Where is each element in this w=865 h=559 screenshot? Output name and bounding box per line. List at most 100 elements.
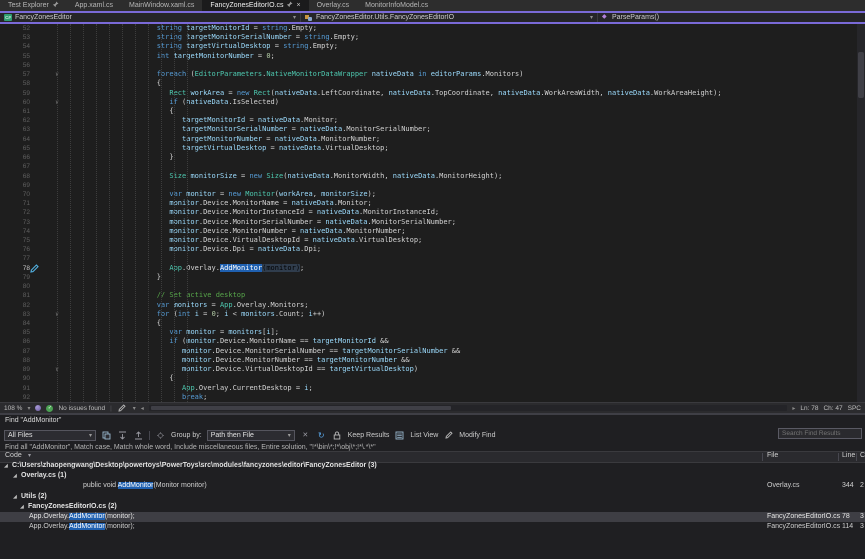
chevron-down-icon[interactable]: ▾ xyxy=(133,405,136,412)
member-dropdown[interactable]: ◆ ParseParams() xyxy=(598,13,865,22)
line-number[interactable]: 77 xyxy=(0,254,30,263)
scope-dropdown[interactable]: All Files ▾ xyxy=(4,430,96,441)
project-dropdown[interactable]: C# FancyZonesEditor ▾ xyxy=(0,13,301,22)
line-number[interactable]: 86 xyxy=(0,337,30,346)
chevron-down-icon[interactable]: ▾ xyxy=(27,405,30,412)
column-code[interactable]: Code xyxy=(5,452,22,459)
tab-monitorinfomodel-cs[interactable]: MonitorInfoModel.cs xyxy=(357,0,436,11)
clear-icon[interactable]: ✕ xyxy=(300,430,311,441)
pin-icon[interactable] xyxy=(286,1,293,10)
line-number[interactable]: 88 xyxy=(0,356,30,365)
list-view-icon[interactable] xyxy=(394,430,405,441)
editor-vertical-scrollbar[interactable] xyxy=(857,24,865,402)
line-number[interactable]: 66 xyxy=(0,153,30,162)
modify-find-label[interactable]: Modify Find xyxy=(459,432,495,439)
find-group-row[interactable]: ◢Utils (2) xyxy=(0,492,865,502)
refresh-icon[interactable]: ↻ xyxy=(316,430,327,441)
modify-find-pen-icon[interactable] xyxy=(443,430,454,441)
expand-all-icon[interactable] xyxy=(117,430,128,441)
scroll-right-icon[interactable]: ▸ xyxy=(792,405,795,412)
line-number[interactable]: 68 xyxy=(0,172,30,181)
find-group-row[interactable]: ◢Overlay.cs (1) xyxy=(0,471,865,481)
line-number[interactable]: 83 xyxy=(0,310,30,319)
line-number[interactable]: 87 xyxy=(0,347,30,356)
line-number[interactable]: 89 xyxy=(0,365,30,374)
code-editor[interactable]: 52 string targetMonitorId = string.Empty… xyxy=(0,24,865,402)
line-number[interactable]: 71 xyxy=(0,199,30,208)
scrollbar-thumb[interactable] xyxy=(151,406,451,410)
line-number[interactable]: 85 xyxy=(0,328,30,337)
find-group-row[interactable]: ◢C:\Users\zhaopengwang\Desktop\powertoys… xyxy=(0,461,865,471)
line-number[interactable]: 92 xyxy=(0,393,30,402)
line-number[interactable]: 59 xyxy=(0,89,30,98)
column-line[interactable]: Line xyxy=(842,452,855,459)
line-number[interactable]: 67 xyxy=(0,162,30,171)
expander-icon[interactable]: ◢ xyxy=(13,492,17,502)
tab-test-explorer[interactable]: Test Explorer xyxy=(0,0,67,11)
line-number[interactable]: 74 xyxy=(0,227,30,236)
scroll-left-icon[interactable]: ◂ xyxy=(141,405,144,412)
line-number[interactable]: 65 xyxy=(0,144,30,153)
chevron-down-icon[interactable]: ▾ xyxy=(28,452,31,459)
expander-icon[interactable]: ◢ xyxy=(4,461,8,471)
line-number[interactable]: 81 xyxy=(0,291,30,300)
char-position[interactable]: Ch: 47 xyxy=(823,405,842,412)
find-result-row[interactable]: App.Overlay.AddMonitor(monitor);FancyZon… xyxy=(0,522,865,532)
tab-overlay-cs[interactable]: Overlay.cs xyxy=(309,0,358,11)
close-icon[interactable]: × xyxy=(296,2,300,9)
scrollbar-thumb[interactable] xyxy=(858,52,864,98)
type-dropdown[interactable]: FancyZonesEditor.Utils.FancyZonesEditorI… xyxy=(301,13,598,22)
list-view-label[interactable]: List View xyxy=(410,432,438,439)
column-file[interactable]: File xyxy=(767,452,778,459)
expander-icon[interactable]: ◢ xyxy=(20,502,24,512)
edit-pen-icon[interactable] xyxy=(30,264,50,273)
line-number[interactable]: 70 xyxy=(0,190,30,199)
track-changes-pen-icon[interactable] xyxy=(117,403,128,414)
health-indicator-icon[interactable] xyxy=(35,405,41,411)
line-number[interactable]: 76 xyxy=(0,245,30,254)
expander-icon[interactable]: ◢ xyxy=(13,471,17,481)
line-number[interactable]: 73 xyxy=(0,218,30,227)
line-number[interactable]: 82 xyxy=(0,301,30,310)
line-number[interactable]: 57 xyxy=(0,70,30,79)
issues-status[interactable]: No issues found xyxy=(58,405,105,412)
line-number[interactable]: 90 xyxy=(0,374,30,383)
line-number[interactable]: 69 xyxy=(0,181,30,190)
find-group-row[interactable]: ◢FancyZonesEditorIO.cs (2) xyxy=(0,502,865,512)
group-by-dropdown[interactable]: Path then File ▾ xyxy=(207,430,295,441)
tab-app-xaml-cs[interactable]: App.xaml.cs xyxy=(67,0,121,11)
line-number[interactable]: 52 xyxy=(0,24,30,33)
line-number[interactable]: 56 xyxy=(0,61,30,70)
settings-gear-icon[interactable] xyxy=(155,430,166,441)
line-number[interactable]: 84 xyxy=(0,319,30,328)
collapse-all-icon[interactable] xyxy=(133,430,144,441)
line-number[interactable]: 55 xyxy=(0,52,30,61)
line-number[interactable]: 78 xyxy=(0,264,30,273)
line-number[interactable]: 54 xyxy=(0,42,30,51)
line-number[interactable]: 64 xyxy=(0,135,30,144)
zoom-level[interactable]: 108 % xyxy=(4,405,22,412)
line-number[interactable]: 91 xyxy=(0,384,30,393)
space-mode[interactable]: SPC xyxy=(848,405,861,412)
line-number[interactable]: 75 xyxy=(0,236,30,245)
keep-results-label[interactable]: Keep Results xyxy=(348,432,390,439)
line-number[interactable]: 80 xyxy=(0,282,30,291)
line-number[interactable]: 61 xyxy=(0,107,30,116)
line-number[interactable]: 60 xyxy=(0,98,30,107)
copy-icon[interactable] xyxy=(101,430,112,441)
line-position[interactable]: Ln: 78 xyxy=(800,405,818,412)
tab-fancyzoneseditorio-cs[interactable]: FancyZonesEditorIO.cs× xyxy=(202,0,308,11)
horizontal-scrollbar[interactable] xyxy=(149,405,788,411)
line-number[interactable]: 58 xyxy=(0,79,30,88)
search-find-results-input[interactable] xyxy=(778,428,862,439)
column-col[interactable]: C xyxy=(860,452,865,459)
find-result-row[interactable]: App.Overlay.AddMonitor(monitor);FancyZon… xyxy=(0,512,865,522)
line-number[interactable]: 53 xyxy=(0,33,30,42)
tab-mainwindow-xaml-cs[interactable]: MainWindow.xaml.cs xyxy=(121,0,202,11)
pin-icon[interactable] xyxy=(52,1,59,10)
line-number[interactable]: 63 xyxy=(0,125,30,134)
find-result-row[interactable]: public void AddMonitor(Monitor monitor)O… xyxy=(0,481,865,491)
lock-icon[interactable] xyxy=(332,430,343,441)
line-number[interactable]: 79 xyxy=(0,273,30,282)
line-number[interactable]: 62 xyxy=(0,116,30,125)
